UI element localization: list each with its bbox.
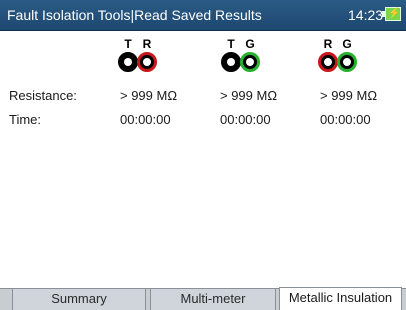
resistance-value-tg: > 999 MΩ xyxy=(220,88,278,103)
probe-g: G xyxy=(240,38,262,74)
probe-g: G xyxy=(337,38,359,74)
resistance-label: Resistance: xyxy=(9,88,77,103)
black-jack-icon xyxy=(221,52,241,72)
time-value-tg: 00:00:00 xyxy=(220,112,271,127)
time-value-tr: 00:00:00 xyxy=(120,112,171,127)
window-title: Fault Isolation Tools|Read Saved Results xyxy=(7,7,262,23)
red-jack-icon xyxy=(137,52,157,72)
probe-g-label: G xyxy=(342,37,352,51)
green-jack-icon xyxy=(337,52,357,72)
probe-r-label: R xyxy=(142,37,152,51)
green-jack-icon xyxy=(240,52,260,72)
probe-r-label: R xyxy=(323,37,333,51)
time-value-rg: 00:00:00 xyxy=(320,112,371,127)
title-bar: Fault Isolation Tools|Read Saved Results… xyxy=(0,0,406,31)
tab-multi-meter[interactable]: Multi-meter xyxy=(150,289,276,310)
clock: 14:23 xyxy=(348,7,384,23)
tab-summary[interactable]: Summary xyxy=(12,289,146,310)
tab-bar: Summary Multi-meter Metallic Insulation xyxy=(0,287,406,310)
black-jack-icon xyxy=(118,52,138,72)
battery-charging-icon: ⚡ xyxy=(382,7,401,21)
probe-g-label: G xyxy=(245,37,255,51)
tab-metallic-insulation[interactable]: Metallic Insulation xyxy=(279,287,402,310)
probe-t-label: T xyxy=(227,37,235,51)
red-jack-icon xyxy=(318,52,338,72)
probe-t-label: T xyxy=(124,37,132,51)
resistance-value-rg: > 999 MΩ xyxy=(320,88,378,103)
time-label: Time: xyxy=(9,112,42,127)
probe-r: R xyxy=(137,38,159,74)
resistance-value-tr: > 999 MΩ xyxy=(120,88,178,103)
